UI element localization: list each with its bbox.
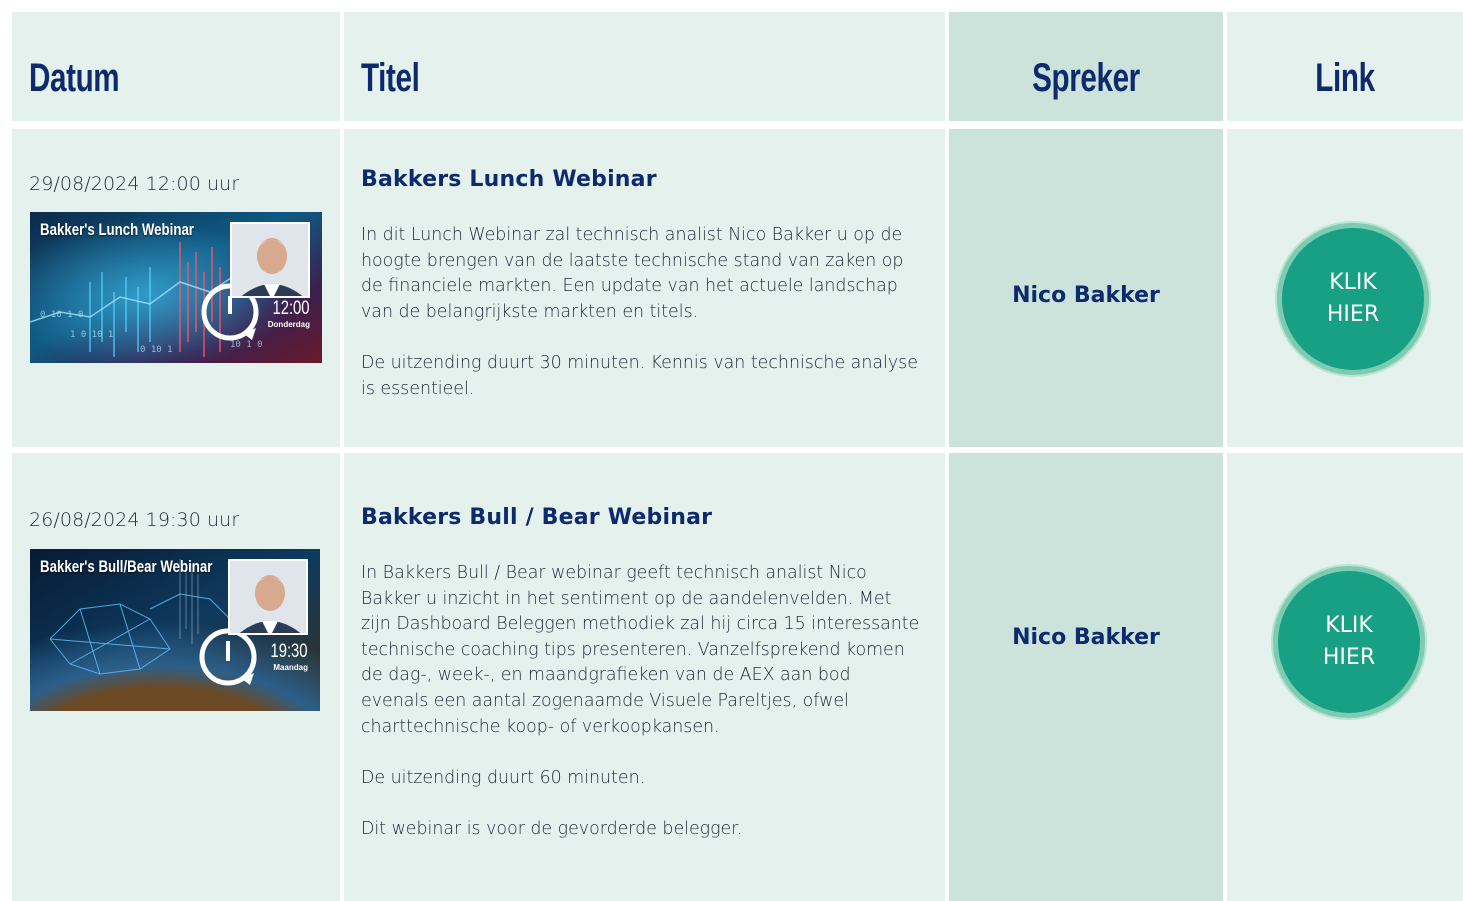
description-paragraph: De uitzending duurt 60 minuten. bbox=[361, 767, 646, 788]
thumbnail-time: 12:00 bbox=[272, 298, 310, 319]
description-paragraph: Dit webinar is voor de gevorderde belegg… bbox=[361, 818, 743, 839]
svg-text:1 0 10 1: 1 0 10 1 bbox=[70, 330, 113, 340]
webinar-description: In dit Lunch Webinar zal technisch anali… bbox=[361, 223, 921, 402]
webinar-date: 26/08/2024 19:30 uur bbox=[29, 509, 240, 531]
thumbnail-day: Maandag bbox=[273, 663, 308, 672]
speaker-name: Nico Bakker bbox=[1012, 283, 1160, 308]
portrait-illustration bbox=[230, 561, 306, 633]
speaker-name: Nico Bakker bbox=[1012, 625, 1160, 650]
header-cell-titel: Titel bbox=[344, 12, 945, 121]
webinar-description: In Bakkers Bull / Bear webinar geeft tec… bbox=[361, 561, 921, 843]
description-paragraph: In dit Lunch Webinar zal technisch anali… bbox=[361, 225, 904, 322]
row1-title-cell: Bakkers Lunch Webinar In dit Lunch Webin… bbox=[344, 129, 945, 447]
thumbnail-title: Bakker's Lunch Webinar bbox=[40, 220, 194, 239]
klik-hier-label: KLIK HIER bbox=[1327, 267, 1379, 331]
header-cell-link: Link bbox=[1227, 12, 1463, 121]
column-header-link: Link bbox=[1315, 56, 1375, 100]
button-label-line2: HIER bbox=[1322, 645, 1376, 670]
row1-speaker-cell: Nico Bakker bbox=[949, 129, 1223, 447]
speaker-portrait bbox=[228, 559, 308, 635]
description-paragraph: In Bakkers Bull / Bear webinar geeft tec… bbox=[361, 563, 920, 737]
webinar-title: Bakkers Lunch Webinar bbox=[361, 167, 657, 192]
row1-date-cell: 29/08/2024 12:00 uur 0 10 1 0 1 0 10 1 1… bbox=[12, 129, 340, 447]
description-paragraph: De uitzending duurt 30 minuten. Kennis v… bbox=[361, 352, 918, 399]
column-header-spreker: Spreker bbox=[1032, 56, 1140, 100]
row2-link-cell: KLIK HIER bbox=[1227, 453, 1463, 901]
button-label-line1: KLIK bbox=[1329, 270, 1377, 295]
row1-link-cell: KLIK HIER bbox=[1227, 129, 1463, 447]
klik-hier-button[interactable]: KLIK HIER bbox=[1277, 223, 1429, 375]
portrait-illustration bbox=[232, 224, 308, 296]
button-label-line1: KLIK bbox=[1325, 613, 1373, 638]
row2-speaker-cell: Nico Bakker bbox=[949, 453, 1223, 901]
speaker-portrait bbox=[230, 222, 310, 298]
webinar-thumbnail[interactable]: Bakker's Bull/Bear Webinar 19:30 Maandag bbox=[30, 549, 320, 711]
thumbnail-title: Bakker's Bull/Bear Webinar bbox=[40, 557, 213, 576]
header-cell-datum: Datum bbox=[12, 12, 340, 121]
row2-title-cell: Bakkers Bull / Bear Webinar In Bakkers B… bbox=[344, 453, 945, 901]
thumbnail-day: Donderdag bbox=[267, 320, 310, 329]
webinar-title: Bakkers Bull / Bear Webinar bbox=[361, 505, 713, 530]
thumbnail-time: 19:30 bbox=[270, 641, 308, 662]
svg-text:0 10 1: 0 10 1 bbox=[140, 345, 173, 355]
button-label-line2: HIER bbox=[1326, 302, 1380, 327]
webinar-date: 29/08/2024 12:00 uur bbox=[29, 173, 240, 195]
column-header-datum: Datum bbox=[29, 56, 120, 100]
column-header-titel: Titel bbox=[361, 56, 420, 100]
header-cell-spreker: Spreker bbox=[949, 12, 1223, 121]
klik-hier-button[interactable]: KLIK HIER bbox=[1273, 566, 1425, 718]
klik-hier-label: KLIK HIER bbox=[1323, 610, 1375, 674]
webinar-thumbnail[interactable]: 0 10 1 0 1 0 10 1 10 1 0 0 10 1 Bakker's L… bbox=[30, 212, 322, 363]
svg-text:10 1 0: 10 1 0 bbox=[230, 340, 263, 350]
svg-text:0 10 1 0: 0 10 1 0 bbox=[40, 310, 83, 320]
row2-date-cell: 26/08/2024 19:30 uur Bakker's Bull/Bear … bbox=[12, 453, 340, 901]
